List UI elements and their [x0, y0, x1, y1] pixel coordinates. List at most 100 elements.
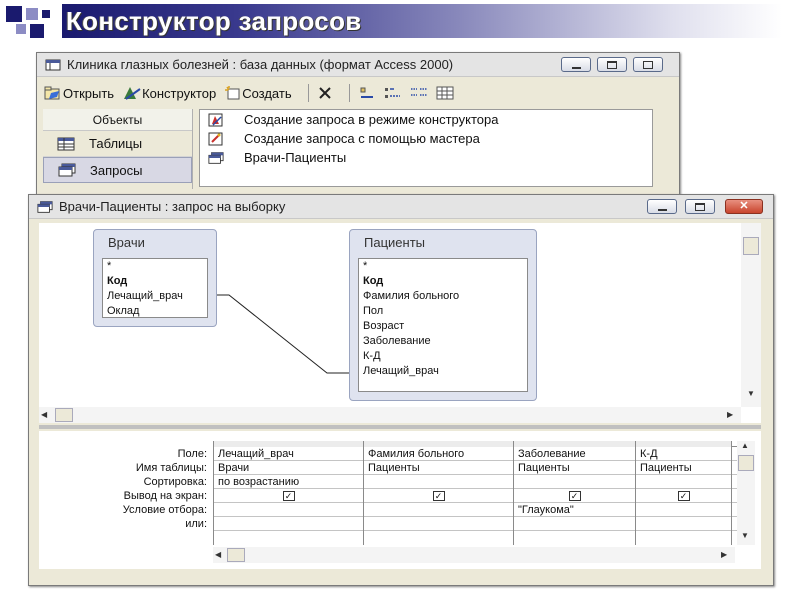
field-item[interactable]: Код: [359, 274, 527, 289]
minimize-button[interactable]: [561, 57, 591, 72]
grid-cell[interactable]: [364, 475, 514, 489]
large-icons-button[interactable]: [358, 82, 376, 104]
scroll-thumb[interactable]: [743, 237, 759, 255]
close-button[interactable]: [633, 57, 663, 72]
field-item[interactable]: *: [359, 259, 527, 274]
large-icons-icon: [360, 87, 373, 98]
scroll-thumb[interactable]: [738, 455, 754, 471]
show-checkbox[interactable]: ✓: [568, 491, 581, 501]
grid-cell[interactable]: [214, 531, 364, 545]
field-item[interactable]: Код: [103, 274, 207, 289]
row-label-field: Поле:: [177, 448, 207, 460]
list-item-query[interactable]: Врачи-Пациенты: [200, 148, 652, 167]
grid-cell[interactable]: Заболевание: [514, 447, 636, 461]
grid-cell[interactable]: Врачи: [214, 461, 364, 475]
grid-cell: ✓: [214, 489, 364, 503]
list-item-design-wizard[interactable]: Создание запроса в режиме конструктора: [200, 110, 652, 129]
show-checkbox[interactable]: ✓: [282, 491, 295, 501]
field-item[interactable]: Оклад: [103, 304, 207, 317]
pane-splitter[interactable]: [39, 425, 761, 429]
open-button[interactable]: Открыть: [43, 82, 114, 104]
field-item[interactable]: Возраст: [359, 319, 527, 334]
grid-cell[interactable]: [214, 517, 364, 531]
grid-cell[interactable]: "Глаукома": [514, 503, 636, 517]
field-item[interactable]: *: [103, 259, 207, 274]
delete-button[interactable]: [317, 82, 333, 104]
table-box-doctors[interactable]: Врачи * Код Лечащий_врач Оклад: [93, 229, 217, 327]
details-view-button[interactable]: [436, 82, 454, 104]
grid-cell[interactable]: К-Д: [636, 447, 732, 461]
scroll-thumb[interactable]: [227, 548, 245, 562]
query-maximize-button[interactable]: [685, 199, 715, 214]
row-label-or: или:: [185, 518, 207, 530]
grid-cell[interactable]: [636, 517, 732, 531]
database-window-titlebar[interactable]: Клиника глазных болезней : база данных (…: [37, 53, 679, 77]
grid-cell[interactable]: [364, 531, 514, 545]
query-close-button[interactable]: ✕: [725, 199, 763, 214]
scroll-up-icon[interactable]: ▲: [741, 441, 749, 450]
objects-item-queries[interactable]: Запросы: [43, 157, 192, 183]
scroll-down-icon[interactable]: ▼: [741, 531, 749, 540]
objects-item-tables[interactable]: Таблицы: [43, 131, 192, 157]
field-item[interactable]: Лечащий_врач: [103, 289, 207, 304]
open-label: Открыть: [63, 85, 115, 101]
grid-cell[interactable]: [636, 503, 732, 517]
scroll-thumb[interactable]: [55, 408, 73, 422]
field-item[interactable]: Пол: [359, 304, 527, 319]
grid-cell[interactable]: [514, 517, 636, 531]
small-icons-icon: [384, 88, 400, 98]
grid-cell[interactable]: Пациенты: [636, 461, 732, 475]
query-icon: [37, 200, 53, 213]
grid-vertical-scrollbar[interactable]: ▲ ▼: [737, 441, 755, 545]
show-checkbox[interactable]: ✓: [432, 491, 445, 501]
query-minimize-button[interactable]: [647, 199, 677, 214]
query-window-titlebar[interactable]: Врачи-Пациенты : запрос на выборку ✕: [29, 195, 773, 219]
field-item[interactable]: Фамилия больного: [359, 289, 527, 304]
create-button[interactable]: Создать: [224, 82, 292, 104]
scroll-right-icon[interactable]: ▶: [721, 550, 727, 559]
maximize-button[interactable]: [597, 57, 627, 72]
delete-icon: [318, 87, 331, 99]
design-button[interactable]: Конструктор: [122, 82, 216, 104]
table-box-patients[interactable]: Пациенты * Код Фамилия больного Пол Возр…: [349, 229, 537, 401]
vertical-scrollbar[interactable]: ▼: [741, 223, 761, 407]
list-view-icon: [410, 88, 427, 96]
grid-cell[interactable]: Пациенты: [364, 461, 514, 475]
tables-pane: Врачи * Код Лечащий_врач Оклад Пациенты …: [39, 223, 761, 423]
scroll-down-icon[interactable]: ▼: [747, 389, 755, 398]
grid-cell: ✓: [636, 489, 732, 503]
grid-cell[interactable]: по возрастанию: [214, 475, 364, 489]
grid-row-labels: Поле: Имя таблицы: Сортировка: Вывод на …: [43, 447, 211, 531]
grid-cell[interactable]: [636, 531, 732, 545]
row-label-table: Имя таблицы:: [135, 462, 207, 474]
scroll-right-icon[interactable]: ▶: [727, 410, 733, 419]
grid-cell[interactable]: Лечащий_врач: [214, 447, 364, 461]
grid-cell[interactable]: [364, 517, 514, 531]
small-icons-button[interactable]: [384, 82, 402, 104]
scroll-left-icon[interactable]: ◀: [215, 550, 221, 559]
show-checkbox[interactable]: ✓: [677, 491, 690, 501]
create-label: Создать: [242, 85, 292, 101]
grid-cell[interactable]: [214, 503, 364, 517]
restore-icon: [643, 60, 653, 69]
database-window: Клиника глазных болезней : база данных (…: [36, 52, 680, 202]
table-field-list: * Код Лечащий_врач Оклад: [102, 258, 208, 318]
row-label-show: Вывод на экран:: [123, 490, 207, 502]
grid-horizontal-scrollbar[interactable]: ◀ ▶: [213, 547, 735, 563]
grid-cell[interactable]: [364, 503, 514, 517]
grid-row-table: Врачи Пациенты Пациенты Пациенты: [214, 461, 737, 475]
grid-cell[interactable]: [514, 531, 636, 545]
field-item[interactable]: К-Д: [359, 349, 527, 364]
horizontal-scrollbar[interactable]: ◀ ▶: [39, 407, 741, 423]
scroll-left-icon[interactable]: ◀: [41, 410, 47, 419]
field-item[interactable]: Заболевание: [359, 334, 527, 349]
grid-cell[interactable]: [636, 475, 732, 489]
grid-cell[interactable]: Фамилия больного: [364, 447, 514, 461]
design-label: Конструктор: [142, 85, 217, 101]
field-item[interactable]: Лечащий_врач: [359, 364, 527, 379]
list-view-button[interactable]: [410, 82, 428, 104]
grid-cell[interactable]: Пациенты: [514, 461, 636, 475]
grid-row-or: [214, 517, 737, 531]
list-item-wizard[interactable]: Создание запроса с помощью мастера: [200, 129, 652, 148]
grid-cell[interactable]: [514, 475, 636, 489]
